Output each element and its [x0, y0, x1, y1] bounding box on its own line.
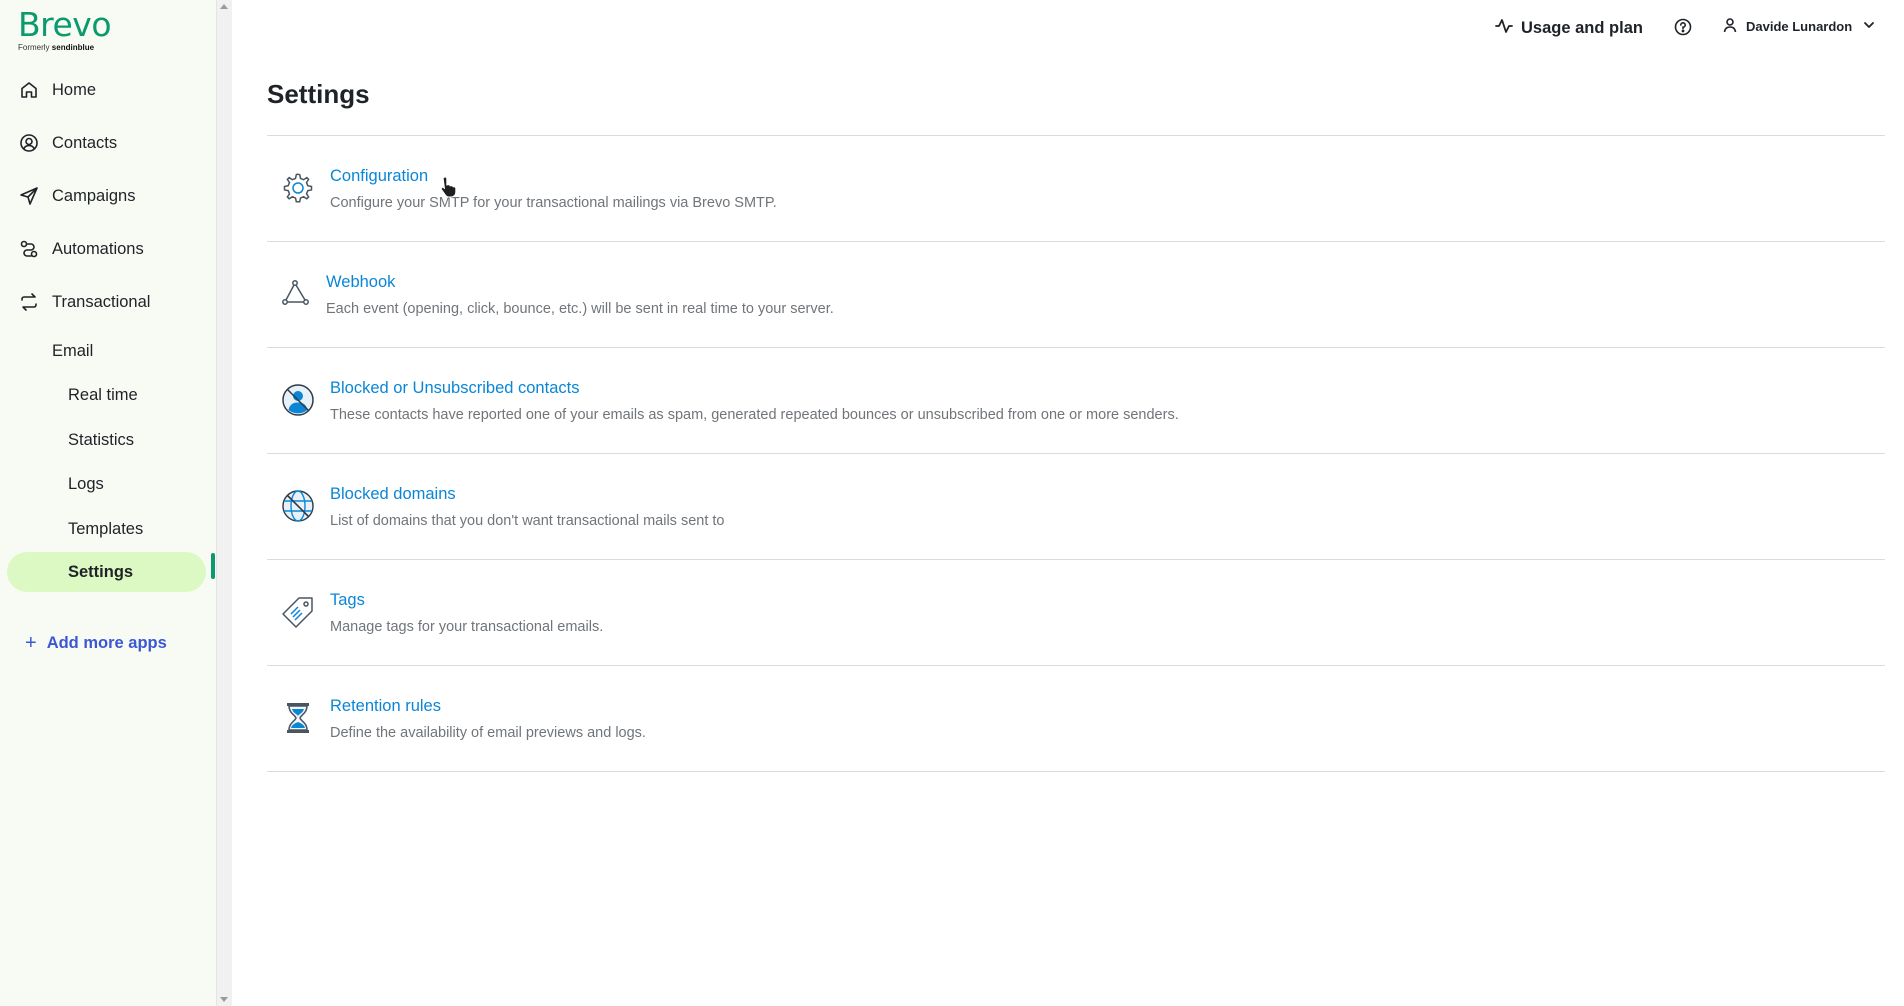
- settings-row-title[interactable]: Blocked domains: [330, 485, 456, 504]
- logo-formerly-name: sendinblue: [51, 43, 95, 52]
- settings-row-title[interactable]: Retention rules: [330, 697, 441, 716]
- user-icon: [1722, 17, 1738, 36]
- add-more-apps-label: Add more apps: [46, 634, 167, 652]
- tag-icon: [281, 595, 315, 629]
- sidebar-item-label: Settings: [68, 562, 134, 581]
- pointer-cursor-icon: [440, 176, 458, 203]
- settings-row-desc: Define the availability of email preview…: [330, 725, 646, 741]
- sidebar-item-label: Home: [52, 80, 97, 99]
- webhook-icon: [281, 277, 315, 311]
- settings-row-desc: These contacts have reported one of your…: [330, 407, 1179, 423]
- scroll-down-icon[interactable]: [220, 997, 228, 1002]
- chevron-down-icon: [1862, 18, 1876, 35]
- sidebar-item-transactional[interactable]: Transactional: [7, 282, 205, 322]
- settings-row-desc: List of domains that you don't want tran…: [330, 513, 725, 529]
- sidebar-item-logs[interactable]: Logs: [68, 464, 104, 504]
- user-menu[interactable]: Davide Lunardon: [1722, 17, 1876, 36]
- plus-icon: +: [25, 632, 37, 654]
- sidebar-item-contacts[interactable]: Contacts: [7, 123, 205, 163]
- sidebar-item-statistics[interactable]: Statistics: [68, 420, 134, 460]
- home-icon: [18, 79, 40, 101]
- settings-row-desc: Manage tags for your transactional email…: [330, 619, 604, 635]
- scroll-up-icon[interactable]: [220, 4, 228, 9]
- sidebar-item-label: Campaigns: [52, 186, 136, 205]
- add-more-apps-button[interactable]: + Add more apps: [25, 632, 167, 655]
- sidebar-item-templates[interactable]: Templates: [68, 509, 143, 549]
- sidebar-item-label: Contacts: [52, 133, 118, 152]
- sidebar-scrollbar[interactable]: [216, 0, 232, 1006]
- gear-icon: [281, 171, 315, 205]
- sidebar: Brevo Formerly sendinblue Home Contacts …: [0, 0, 216, 1006]
- brevo-logo[interactable]: Brevo Formerly sendinblue: [18, 5, 112, 53]
- sidebar-item-email[interactable]: Email: [52, 331, 93, 371]
- sidebar-item-home[interactable]: Home: [7, 70, 205, 110]
- hourglass-icon: [281, 701, 315, 735]
- settings-row-blocked-domains[interactable]: Blocked domains List of domains that you…: [267, 453, 1885, 559]
- settings-row-webhook[interactable]: Webhook Each event (opening, click, boun…: [267, 241, 1885, 347]
- logo-formerly: Formerly sendinblue: [18, 43, 111, 52]
- settings-row-title[interactable]: Tags: [330, 591, 365, 610]
- activity-icon: [1495, 17, 1513, 40]
- blocked-user-icon: [281, 383, 315, 417]
- usage-label: Usage and plan: [1521, 19, 1643, 37]
- send-icon: [18, 185, 40, 207]
- settings-row-tags[interactable]: Tags Manage tags for your transactional …: [267, 559, 1885, 665]
- sidebar-item-label: Automations: [52, 239, 144, 258]
- settings-row-blocked-contacts[interactable]: Blocked or Unsubscribed contacts These c…: [267, 347, 1885, 453]
- settings-row-title[interactable]: Webhook: [326, 273, 395, 292]
- settings-row-configuration[interactable]: Configuration Configure your SMTP for yo…: [267, 135, 1885, 241]
- sidebar-item-real-time[interactable]: Real time: [68, 375, 138, 415]
- settings-list: Configuration Configure your SMTP for yo…: [267, 135, 1885, 772]
- sidebar-item-campaigns[interactable]: Campaigns: [7, 176, 205, 216]
- settings-row-title[interactable]: Blocked or Unsubscribed contacts: [330, 379, 579, 398]
- settings-row-title[interactable]: Configuration: [330, 167, 428, 186]
- usage-and-plan-button[interactable]: Usage and plan: [1495, 17, 1643, 40]
- sidebar-item-label: Transactional: [52, 292, 151, 311]
- sidebar-item-settings[interactable]: Settings: [7, 552, 206, 592]
- logo-name: Brevo: [18, 5, 112, 44]
- contacts-icon: [18, 132, 40, 154]
- settings-row-desc: Configure your SMTP for your transaction…: [330, 195, 777, 211]
- help-circle-icon[interactable]: [1674, 18, 1694, 38]
- blocked-globe-icon: [281, 489, 315, 523]
- logo-formerly-prefix: Formerly: [18, 43, 50, 52]
- automations-icon: [18, 238, 40, 260]
- sidebar-item-automations[interactable]: Automations: [7, 229, 205, 269]
- page-title: Settings: [267, 79, 370, 109]
- scrollbar-thumb[interactable]: [219, 14, 230, 992]
- settings-row-desc: Each event (opening, click, bounce, etc.…: [326, 301, 834, 317]
- user-name: Davide Lunardon: [1746, 19, 1853, 34]
- settings-row-retention[interactable]: Retention rules Define the availability …: [267, 665, 1885, 772]
- transactional-icon: [18, 291, 40, 313]
- active-indicator: [211, 553, 215, 579]
